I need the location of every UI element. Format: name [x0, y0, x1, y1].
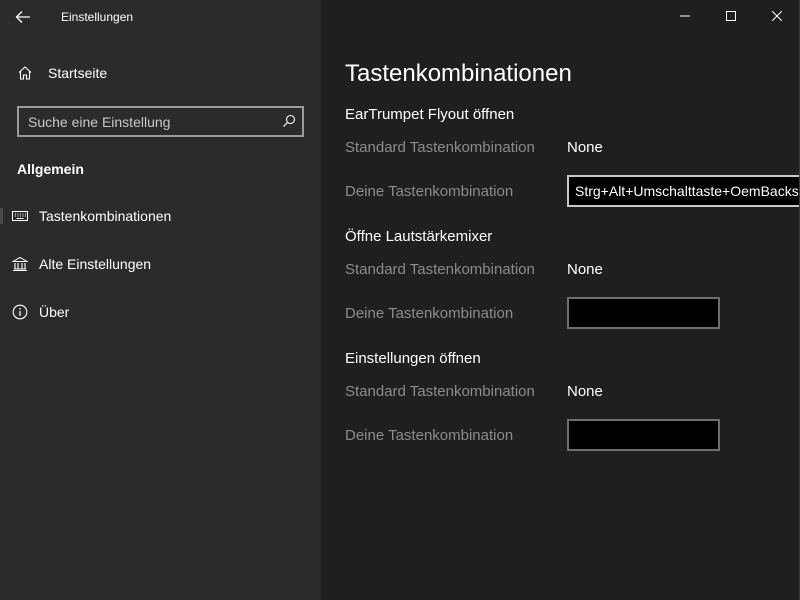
main-content: Tastenkombinationen EarTrumpet Flyout öf… — [321, 0, 800, 600]
minimize-button[interactable] — [662, 0, 708, 32]
default-hotkey-value: None — [567, 383, 603, 400]
sidebar-item-hotkeys[interactable]: Tastenkombinationen — [0, 196, 321, 236]
hotkey-input-mixer[interactable] — [567, 297, 720, 329]
back-arrow-icon — [15, 11, 30, 23]
sidebar-item-label: Alte Einstellungen — [39, 256, 152, 272]
default-hotkey-value: None — [567, 261, 603, 278]
search-input[interactable] — [19, 108, 278, 135]
close-button[interactable] — [754, 0, 800, 32]
page-title: Tastenkombinationen — [345, 60, 572, 87]
section-heading: Allgemein — [17, 161, 84, 177]
custom-hotkey-label: Deine Tastenkombination — [345, 305, 514, 322]
info-icon — [11, 304, 29, 320]
custom-hotkey-label: Deine Tastenkombination — [345, 183, 514, 200]
default-hotkey-label: Standard Tastenkombination — [345, 261, 535, 278]
keyboard-icon — [11, 208, 29, 224]
sidebar-item-label: Tastenkombinationen — [39, 208, 172, 224]
settings-window: Einstellungen Startseite Allgemein — [0, 0, 800, 600]
sidebar-item-about[interactable]: Über — [0, 292, 321, 332]
maximize-button[interactable] — [708, 0, 754, 32]
app-title: Einstellungen — [61, 10, 134, 24]
search-icon[interactable] — [281, 113, 297, 129]
sidebar-item-home[interactable]: Startseite — [0, 54, 321, 92]
sidebar-item-legacy-settings[interactable]: Alte Einstellungen — [0, 244, 321, 284]
back-button[interactable] — [0, 0, 46, 34]
group-title: Einstellungen öffnen — [345, 350, 481, 367]
sidebar-item-label: Startseite — [48, 65, 108, 81]
minimize-icon — [680, 15, 690, 17]
hotkey-input-flyout[interactable] — [567, 175, 800, 207]
bank-icon — [11, 256, 29, 272]
maximize-icon — [726, 11, 736, 21]
default-hotkey-value: None — [567, 139, 603, 156]
group-title: Öffne Lautstärkemixer — [345, 228, 493, 245]
sidebar-item-label: Über — [39, 304, 70, 320]
sidebar: Einstellungen Startseite Allgemein — [0, 0, 321, 600]
default-hotkey-label: Standard Tastenkombination — [345, 139, 535, 156]
custom-hotkey-label: Deine Tastenkombination — [345, 427, 514, 444]
search-box[interactable] — [17, 106, 304, 137]
close-icon — [772, 11, 782, 21]
home-icon — [17, 65, 33, 81]
hotkey-input-settings[interactable] — [567, 419, 720, 451]
group-title: EarTrumpet Flyout öffnen — [345, 106, 515, 123]
default-hotkey-label: Standard Tastenkombination — [345, 383, 535, 400]
